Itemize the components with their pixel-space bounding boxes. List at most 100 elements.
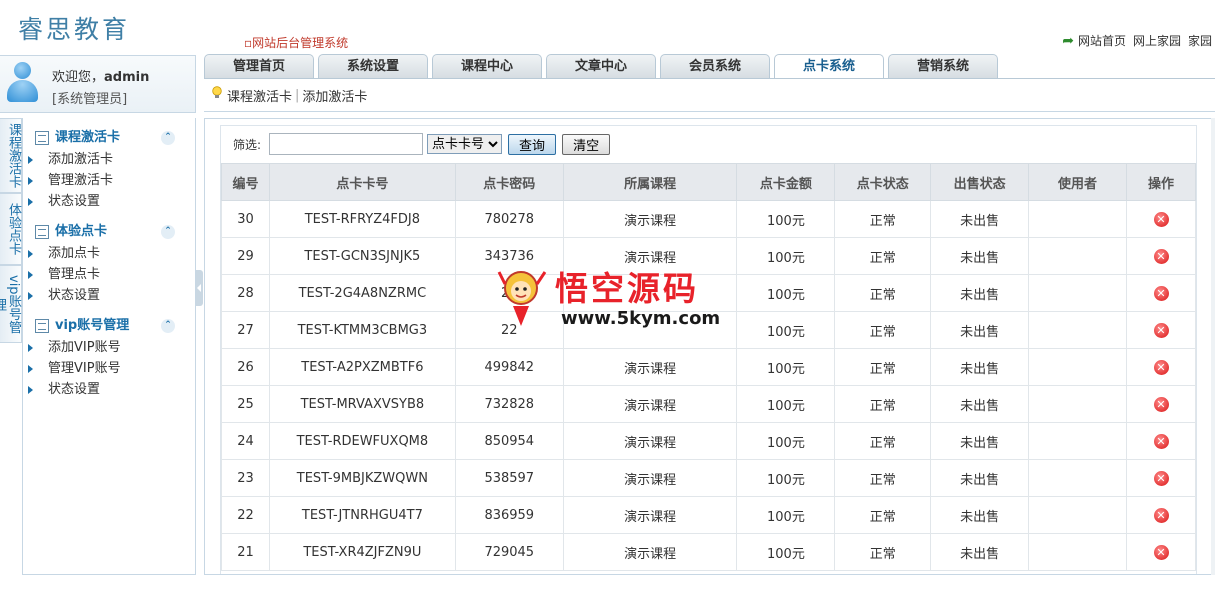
vtab-trial-card[interactable]: 体验点卡 xyxy=(0,193,22,265)
cell-actions: ✕ xyxy=(1126,237,1196,275)
col-header-id: 编号 xyxy=(221,163,270,201)
cell-card-number: TEST-GCN3SJNJK5 xyxy=(268,237,456,275)
delete-icon[interactable]: ✕ xyxy=(1153,285,1169,301)
clear-button[interactable]: 清空 xyxy=(562,133,611,155)
cell-amount: 100元 xyxy=(736,200,836,238)
collapse-icon[interactable]: ⌃ xyxy=(161,131,175,145)
cell-card-status: 正常 xyxy=(834,348,932,386)
sidebar-item-add-activation-card[interactable]: 添加激活卡 xyxy=(23,149,195,170)
sidebar-item-manage-vip[interactable]: 管理VIP账号 xyxy=(23,358,195,379)
breadcrumb-item-activation-card[interactable]: 课程激活卡 xyxy=(227,86,292,105)
cell-course: 演示课程 xyxy=(562,385,738,423)
sidebar-item-add-vip[interactable]: 添加VIP账号 xyxy=(23,337,195,358)
vtab-activation-card[interactable]: 课程激活卡 xyxy=(0,118,22,193)
cell-card-status: 正常 xyxy=(834,533,932,571)
delete-icon[interactable]: ✕ xyxy=(1153,433,1169,449)
link-site-home[interactable]: 网站首页 xyxy=(1078,32,1126,49)
system-title: ▫网站后台管理系统 xyxy=(244,34,348,51)
collapse-icon[interactable]: ⌃ xyxy=(161,319,175,333)
cell-sale-status: 未出售 xyxy=(930,496,1030,534)
sidebar-item-status-settings-3[interactable]: 状态设置 xyxy=(23,379,195,400)
table-row: 25 TEST-MRVAXVSYB8 732828 演示课程 100元 正常 未出售 ✕ xyxy=(221,385,1196,423)
arrow-right-icon xyxy=(28,386,33,394)
table-row: 29 TEST-GCN3SJNJK5 343736 演示课程 100元 正常 未出售 ✕ xyxy=(221,237,1196,275)
cell-id: 27 xyxy=(221,311,270,349)
filter-bar: 筛选: 点卡卡号 查询 清空 xyxy=(221,126,1196,162)
cell-course: 演示课程 xyxy=(562,348,738,386)
cell-sale-status: 未出售 xyxy=(930,274,1030,312)
sidebar-section-trial-card[interactable]: 体验点卡 ⌃ xyxy=(23,221,195,243)
query-button[interactable]: 查询 xyxy=(508,133,557,155)
tab-home[interactable]: 管理首页 xyxy=(204,54,314,78)
link-online-home[interactable]: 网上家园 xyxy=(1133,32,1181,49)
tab-system-settings[interactable]: 系统设置 xyxy=(318,54,428,78)
collapse-icon[interactable]: ⌃ xyxy=(161,225,175,239)
scrollbar[interactable] xyxy=(1211,118,1215,575)
filter-field-select[interactable]: 点卡卡号 xyxy=(427,134,503,154)
delete-icon[interactable]: ✕ xyxy=(1153,544,1169,560)
cell-actions: ✕ xyxy=(1126,496,1196,534)
document-icon xyxy=(35,225,49,239)
cell-user xyxy=(1028,533,1127,571)
sidebar-toggle-handle[interactable] xyxy=(196,270,203,306)
tab-article-center[interactable]: 文章中心 xyxy=(546,54,656,78)
delete-icon[interactable]: ✕ xyxy=(1153,470,1169,486)
sidebar-item-manage-activation-card[interactable]: 管理激活卡 xyxy=(23,170,195,191)
tab-course-center[interactable]: 课程中心 xyxy=(432,54,542,78)
vtab-vip-account[interactable]: vip账号管理 xyxy=(0,265,22,343)
delete-icon[interactable]: ✕ xyxy=(1153,248,1169,264)
col-header-actions: 操作 xyxy=(1126,163,1196,201)
tab-marketing-system[interactable]: 营销系统 xyxy=(888,54,998,78)
sidebar-item-status-settings-1[interactable]: 状态设置 xyxy=(23,191,195,212)
system-title-icon: ▫ xyxy=(244,36,253,50)
link-home[interactable]: 家园 xyxy=(1188,32,1212,49)
cell-user xyxy=(1028,237,1127,275)
arrow-right-icon xyxy=(28,271,33,279)
sidebar-item-add-card[interactable]: 添加点卡 xyxy=(23,243,195,264)
cell-card-number: TEST-RDEWFUXQM8 xyxy=(268,422,456,460)
cell-id: 22 xyxy=(221,496,270,534)
cell-course: 演示课程 xyxy=(562,422,738,460)
delete-icon[interactable]: ✕ xyxy=(1153,507,1169,523)
cell-amount: 100元 xyxy=(736,237,836,275)
sidebar-section-activation-card[interactable]: 课程激活卡 ⌃ xyxy=(23,127,195,149)
breadcrumb: 课程激活卡 | 添加激活卡 xyxy=(204,79,1215,112)
cell-id: 26 xyxy=(221,348,270,386)
table-row: 21 TEST-XR4ZJFZN9U 729045 演示课程 100元 正常 未出售 ✕ xyxy=(221,533,1196,571)
delete-icon[interactable]: ✕ xyxy=(1153,322,1169,338)
delete-icon[interactable]: ✕ xyxy=(1153,211,1169,227)
arrow-right-icon xyxy=(28,177,33,185)
main-panel: 筛选: 点卡卡号 查询 清空 编号 点卡卡号 点卡密码 所属课程 点卡金额 点卡… xyxy=(204,118,1215,575)
col-header-card-status: 点卡状态 xyxy=(834,163,932,201)
user-panel: 欢迎您，admin [系统管理员] xyxy=(0,55,196,113)
cell-actions: ✕ xyxy=(1126,348,1196,386)
tab-card-system[interactable]: 点卡系统 xyxy=(774,54,884,79)
col-header-amount: 点卡金额 xyxy=(736,163,836,201)
cell-sale-status: 未出售 xyxy=(930,200,1030,238)
search-input[interactable] xyxy=(269,133,424,155)
delete-icon[interactable]: ✕ xyxy=(1153,359,1169,375)
sidebar-item-status-settings-2[interactable]: 状态设置 xyxy=(23,285,195,306)
cell-card-password: 343736 xyxy=(454,237,564,275)
cell-card-number: TEST-MRVAXVSYB8 xyxy=(268,385,456,423)
cell-id: 24 xyxy=(221,422,270,460)
table-row: 24 TEST-RDEWFUXQM8 850954 演示课程 100元 正常 未出售 ✕ xyxy=(221,422,1196,460)
cell-card-number: TEST-KTMM3CBMG3 xyxy=(268,311,456,349)
cell-sale-status: 未出售 xyxy=(930,459,1030,497)
cell-sale-status: 未出售 xyxy=(930,237,1030,275)
arrow-right-icon xyxy=(28,198,33,206)
sidebar-item-label: 管理VIP账号 xyxy=(48,361,121,376)
cell-actions: ✕ xyxy=(1126,533,1196,571)
cell-card-status: 正常 xyxy=(834,237,932,275)
tab-member-system[interactable]: 会员系统 xyxy=(660,54,770,78)
delete-icon[interactable]: ✕ xyxy=(1153,396,1169,412)
sidebar-section-vip-account[interactable]: vip账号管理 ⌃ xyxy=(23,315,195,337)
sidebar-item-manage-card[interactable]: 管理点卡 xyxy=(23,264,195,285)
top-links: ➦ 网站首页 网上家园 家园 xyxy=(1062,32,1215,49)
arrow-right-icon xyxy=(28,250,33,258)
breadcrumb-item-add-activation-card[interactable]: 添加激活卡 xyxy=(302,86,367,105)
cell-card-status: 正常 xyxy=(834,200,932,238)
sidebar-item-label: 状态设置 xyxy=(48,288,101,303)
cell-amount: 100元 xyxy=(736,311,836,349)
sidebar-item-label: 添加点卡 xyxy=(48,246,101,261)
